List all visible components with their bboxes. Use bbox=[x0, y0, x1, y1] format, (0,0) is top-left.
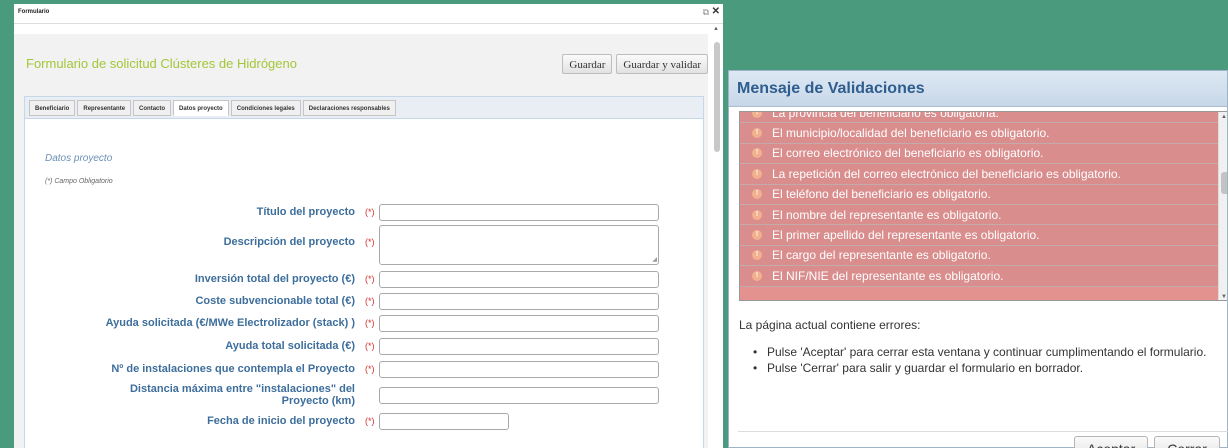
save-button[interactable]: Guardar bbox=[562, 54, 613, 74]
warning-icon: ! bbox=[752, 112, 762, 118]
coste-subvencionable-input[interactable] bbox=[379, 293, 659, 310]
form-title: Formulario de solicitud Clústeres de Hid… bbox=[26, 56, 297, 71]
tab-beneficiario[interactable]: Beneficiario bbox=[29, 100, 76, 116]
ayuda-total-input[interactable] bbox=[379, 338, 659, 355]
required-marker: (*) bbox=[365, 296, 375, 306]
tab-declaraciones-responsables[interactable]: Declaraciones responsables bbox=[302, 100, 396, 116]
warning-icon: ! bbox=[752, 189, 762, 200]
error-item: ! La repetición del correo electrónico de… bbox=[740, 164, 1220, 185]
tab-representante[interactable]: Representante bbox=[77, 100, 132, 116]
required-marker: (*) bbox=[365, 237, 375, 247]
dialog-buttons: Aceptar Cerrar bbox=[1074, 436, 1220, 448]
accept-button[interactable]: Aceptar bbox=[1074, 436, 1149, 448]
required-marker: (*) bbox=[365, 207, 375, 217]
warning-icon: ! bbox=[752, 148, 762, 159]
num-instalaciones-input[interactable] bbox=[379, 361, 659, 378]
field-label: Inversión total del proyecto (€) bbox=[194, 273, 355, 285]
form-area: Formulario de solicitud Clústeres de Hid… bbox=[14, 34, 708, 448]
inversion-total-input[interactable] bbox=[379, 271, 659, 288]
distancia-maxima-input[interactable] bbox=[379, 387, 659, 404]
error-item: ! El correo electrónico del beneficiario … bbox=[740, 143, 1220, 165]
save-validate-button[interactable]: Guardar y validar bbox=[616, 54, 708, 74]
tabs-row: Beneficiario Representante Contacto Dato… bbox=[25, 97, 703, 119]
error-list-box: ! La provincia del beneficiario es obliga… bbox=[739, 111, 1227, 301]
instruction-item: • Pulse 'Aceptar' para cerrar esta ventan… bbox=[753, 345, 1207, 359]
field-label: Coste subvencionable total (€) bbox=[195, 295, 355, 307]
form-window: Formulario ⧉ ✕ Formulario de solicitud C… bbox=[14, 4, 723, 448]
warning-icon: ! bbox=[752, 209, 762, 220]
close-icon[interactable]: ✕ bbox=[712, 6, 720, 17]
window-titlebar: Formulario ⧉ ✕ bbox=[14, 4, 723, 24]
field-label: Descripción del proyecto bbox=[223, 236, 355, 248]
error-item: ! El NIF/NIE del representante es obligat… bbox=[740, 266, 1220, 287]
error-item: ! La provincia del beneficiario es obliga… bbox=[740, 112, 1220, 124]
error-item: ! El primer apellido del representante es… bbox=[740, 225, 1220, 246]
scroll-up-icon[interactable]: ▲ bbox=[1221, 114, 1227, 120]
scroll-up-icon[interactable]: ▲ bbox=[713, 26, 719, 32]
section-title: Datos proyecto bbox=[45, 153, 113, 164]
warning-icon: ! bbox=[752, 230, 762, 241]
required-marker: (*) bbox=[365, 364, 375, 374]
field-label: Ayuda solicitada (€/MWe Electrolizador (… bbox=[105, 317, 355, 329]
tab-datos-proyecto[interactable]: Datos proyecto bbox=[173, 100, 229, 116]
ayuda-solicitada-input[interactable] bbox=[379, 315, 659, 332]
dialog-instructions: • Pulse 'Aceptar' para cerrar esta ventan… bbox=[753, 346, 1223, 378]
dialog-title: Mensaje de Validaciones bbox=[737, 80, 925, 97]
required-marker: (*) bbox=[365, 274, 375, 284]
tab-condiciones-legales[interactable]: Condiciones legales bbox=[230, 100, 301, 116]
error-list-scrollbar[interactable]: ▲ ▼ bbox=[1218, 112, 1227, 300]
warning-icon: ! bbox=[752, 250, 762, 261]
required-marker: (*) bbox=[365, 416, 375, 426]
error-list: ! La provincia del beneficiario es obliga… bbox=[740, 112, 1220, 287]
field-label: Título del proyecto bbox=[256, 206, 355, 218]
scrollbar-thumb[interactable] bbox=[1221, 172, 1227, 194]
error-item: ! El nombre del representante es obligato… bbox=[740, 204, 1220, 226]
close-button[interactable]: Cerrar bbox=[1154, 436, 1220, 448]
warning-icon: ! bbox=[752, 128, 762, 139]
descripcion-proyecto-textarea[interactable]: ◢ bbox=[379, 225, 659, 265]
required-note: (*) Campo Obligatorio bbox=[45, 178, 113, 185]
field-label: Fecha de inicio del proyecto bbox=[207, 415, 355, 427]
error-item: ! El cargo del representante es obligator… bbox=[740, 245, 1220, 267]
required-marker: (*) bbox=[365, 341, 375, 351]
dialog-header: Mensaje de Validaciones bbox=[729, 71, 1227, 107]
instruction-item: • Pulse 'Cerrar' para salir y guardar el … bbox=[753, 361, 1084, 375]
form-scrollbar[interactable]: ▲ bbox=[713, 26, 721, 446]
popout-icon[interactable]: ⧉ bbox=[703, 7, 709, 18]
validation-dialog: Mensaje de Validaciones ! La provincia de… bbox=[728, 70, 1228, 448]
window-title: Formulario bbox=[18, 9, 50, 15]
fecha-inicio-input[interactable] bbox=[379, 413, 509, 430]
scrollbar-thumb[interactable] bbox=[714, 42, 720, 152]
tab-contacto[interactable]: Contacto bbox=[133, 100, 172, 116]
form-toolbar: Guardar Guardar y validar bbox=[562, 54, 708, 74]
required-marker: (*) bbox=[365, 318, 375, 328]
error-item: ! El municipio/localidad del beneficiario… bbox=[740, 123, 1220, 144]
scroll-down-icon[interactable]: ▼ bbox=[1221, 294, 1227, 300]
dialog-separator bbox=[738, 431, 1228, 432]
field-label: Ayuda total solicitada (€) bbox=[225, 340, 355, 352]
warning-icon: ! bbox=[752, 270, 762, 281]
warning-icon: ! bbox=[752, 168, 762, 179]
field-label: Distancia máxima entre "instalaciones" d… bbox=[129, 383, 355, 407]
tab-panel: Beneficiario Representante Contacto Dato… bbox=[24, 96, 704, 448]
titulo-proyecto-input[interactable] bbox=[379, 204, 659, 221]
field-label: Nº de instalaciones que contempla el Pro… bbox=[111, 363, 355, 375]
dialog-message: La página actual contiene errores: bbox=[739, 318, 921, 332]
resize-grip-icon[interactable]: ◢ bbox=[652, 256, 657, 263]
error-item: ! El teléfono del beneficiario es obligat… bbox=[740, 184, 1220, 205]
